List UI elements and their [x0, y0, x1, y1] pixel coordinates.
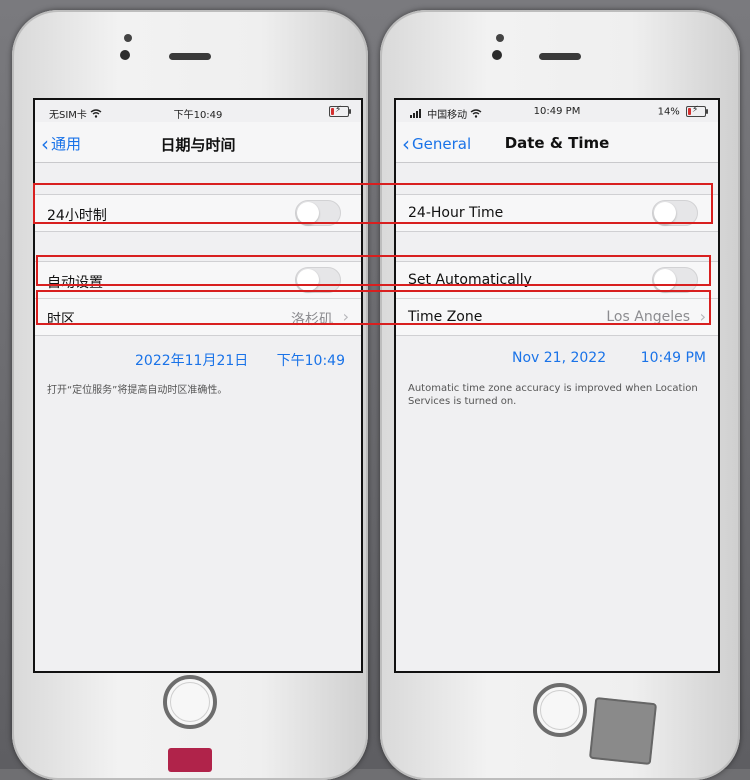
- home-button[interactable]: [533, 683, 587, 737]
- earpiece-speaker: [169, 53, 211, 60]
- left-phone: 无SIM卡 下午10:49 ⚡ ‹ 通用 日期与时间 24小时制 自动设置 时区…: [12, 10, 368, 780]
- right-phone: 中国移动 10:49 PM 14% ⚡ ‹ General Date & Time…: [380, 10, 740, 780]
- nav-bar: ‹ General Date & Time: [396, 122, 718, 163]
- date-value[interactable]: 2022年11月21日: [135, 350, 248, 370]
- nav-bar: ‹ 通用 日期与时间: [35, 122, 361, 163]
- home-button[interactable]: [163, 675, 217, 729]
- highlight-timezone-row: [36, 290, 711, 325]
- battery-icon: ⚡: [686, 105, 708, 117]
- battery-percent: 14%: [657, 106, 680, 118]
- charging-bolt-icon: ⚡: [692, 105, 699, 115]
- front-camera: [496, 34, 504, 42]
- highlight-24hour-row: [33, 183, 713, 224]
- charging-cable: [168, 748, 212, 772]
- proximity-sensor: [492, 50, 502, 60]
- proximity-sensor: [120, 50, 130, 60]
- status-bar: 无SIM卡 下午10:49 ⚡: [35, 105, 361, 121]
- highlight-set-automatically-row: [36, 255, 711, 286]
- front-camera: [124, 34, 132, 42]
- sticker-tag: [588, 696, 658, 766]
- page-title: Date & Time: [504, 134, 610, 152]
- battery-icon: ⚡: [326, 105, 351, 118]
- time-value[interactable]: 下午10:49: [277, 350, 345, 370]
- status-bar: 中国移动 10:49 PM 14% ⚡: [396, 105, 718, 121]
- status-time: 下午10:49: [173, 110, 223, 121]
- page-title: 日期与时间: [160, 136, 236, 154]
- date-time-display[interactable]: 2022年11月21日 下午10:49: [35, 346, 361, 370]
- date-time-display[interactable]: Nov 21, 2022 10:49 PM: [396, 346, 718, 370]
- earpiece-speaker: [539, 53, 581, 60]
- location-note: 打开“定位服务”将提高自动时区准确性。: [47, 385, 228, 396]
- charging-bolt-icon: ⚡: [335, 105, 342, 115]
- time-value[interactable]: 10:49 PM: [641, 350, 706, 366]
- location-note: Automatic time zone accuracy is improved…: [408, 383, 698, 407]
- date-value[interactable]: Nov 21, 2022: [512, 350, 606, 366]
